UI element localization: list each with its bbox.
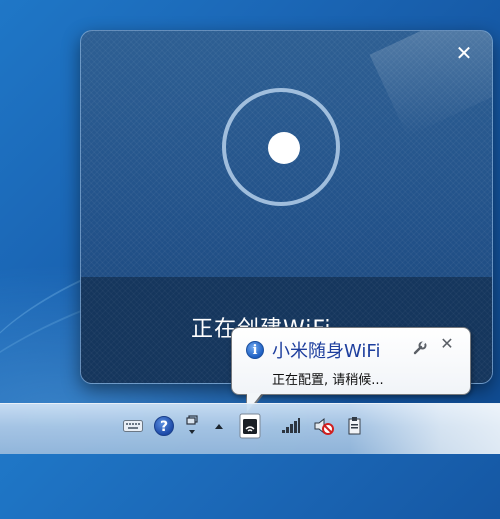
wrench-icon[interactable] [413,340,427,355]
notification-balloon[interactable]: i 小米随身WiFi 正在配置, 请稍候... ✕ [231,327,471,395]
keyboard-icon[interactable] [121,414,145,438]
restore-icon[interactable] [180,414,204,438]
progress-dot [268,132,300,164]
help-glyph: ? [154,416,174,436]
volume-muted-icon[interactable] [312,414,336,438]
watermark-fade [350,404,500,454]
network-signal-icon[interactable] [279,414,303,438]
window-close-button[interactable]: ✕ [454,43,474,63]
help-icon[interactable]: ? [152,414,176,438]
taskbar: ? [0,403,500,454]
balloon-title: 小米随身WiFi [272,341,381,362]
window-gloss [369,31,492,137]
balloon-close-button[interactable]: ✕ [439,335,455,353]
mi-wifi-tray-icon[interactable] [237,412,263,440]
info-icon: i [246,341,264,359]
balloon-message: 正在配置, 请稍候... [272,373,384,388]
action-center-icon[interactable] [343,414,367,438]
show-hidden-icons-arrow[interactable] [207,414,231,438]
